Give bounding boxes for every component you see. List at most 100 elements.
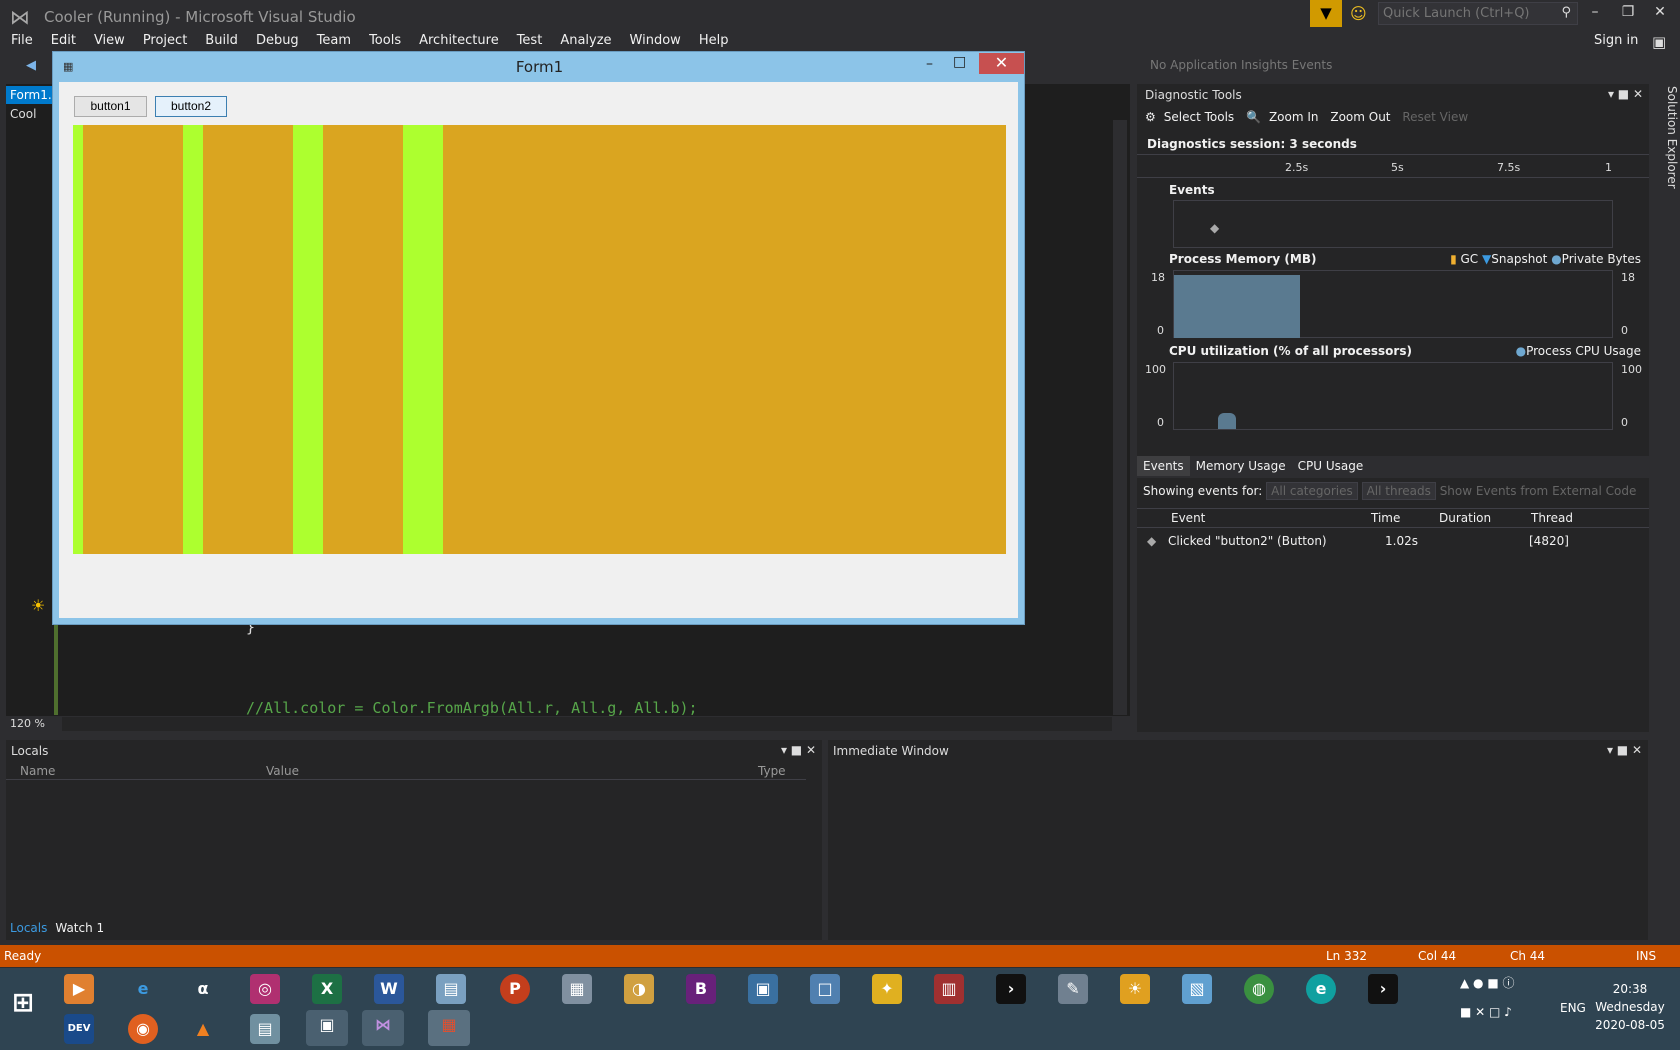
form1-close-icon[interactable]: ✕ (979, 53, 1024, 74)
quick-launch-input[interactable] (1379, 3, 1549, 24)
word-icon[interactable]: W (374, 974, 404, 1004)
menu-analyze[interactable]: Analyze (549, 31, 618, 48)
table-row[interactable]: ◆ Clicked "button2" (Button) 1.02s [4820… (1137, 532, 1649, 552)
vlc-icon[interactable]: ▲ (188, 1014, 218, 1044)
firefox-icon[interactable]: ◉ (128, 1014, 158, 1044)
image-viewer-icon[interactable]: ☀ (1120, 974, 1150, 1004)
events-track[interactable]: ◆ (1173, 200, 1613, 248)
command-prompt-icon[interactable]: › (996, 974, 1026, 1004)
feedback-smiley-icon[interactable]: ☺ (1350, 4, 1367, 23)
menu-debug[interactable]: Debug (245, 31, 306, 48)
remote-desktop-icon[interactable]: ▣ (748, 974, 778, 1004)
tab-locals[interactable]: Locals (6, 919, 51, 937)
python-icon[interactable]: ◑ (624, 974, 654, 1004)
menu-window[interactable]: Window (619, 31, 688, 48)
restore-icon[interactable]: ❐ (1613, 4, 1643, 20)
external-code-toggle[interactable]: Show Events from External Code (1440, 484, 1637, 498)
menu-team[interactable]: Team (306, 31, 358, 48)
tools-icon[interactable]: ✦ (872, 974, 902, 1004)
button2[interactable]: button2 (155, 96, 227, 117)
pane-controls[interactable]: ▾ ■ ✕ (781, 743, 816, 757)
categories-dropdown[interactable]: All categories (1266, 482, 1358, 500)
notifications-flag-icon[interactable]: ▼ (1310, 0, 1342, 27)
memory-graph[interactable] (1173, 270, 1613, 338)
col-thread[interactable]: Thread (1531, 511, 1573, 525)
visual-studio-taskbar-icon[interactable]: ⋈ (362, 1010, 404, 1046)
zoom-in-button[interactable]: Zoom In (1269, 110, 1319, 124)
pane-controls[interactable]: ▾ ■ ✕ (1607, 743, 1642, 757)
file-explorer-icon[interactable]: ▣ (306, 1010, 348, 1046)
tab-form1-cs[interactable]: Form1.c (6, 86, 58, 104)
input-language[interactable]: ENG (1560, 1001, 1586, 1015)
threads-dropdown[interactable]: All threads (1361, 482, 1436, 500)
project-nav-dropdown[interactable]: Cool (10, 107, 36, 121)
select-tools-button[interactable]: Select Tools (1164, 110, 1234, 124)
media-player-icon[interactable]: ▶ (64, 974, 94, 1004)
quick-launch-box[interactable]: ⚲ (1378, 2, 1578, 25)
col-time[interactable]: Time (1371, 511, 1400, 525)
form1-maximize-icon[interactable]: □ (953, 54, 966, 70)
tab-cpu-usage[interactable]: CPU Usage (1292, 456, 1370, 476)
tab-watch1[interactable]: Watch 1 (51, 919, 108, 937)
button1[interactable]: button1 (74, 96, 147, 117)
zoom-level-dropdown[interactable]: 120 % (10, 717, 68, 733)
col-type[interactable]: Type (758, 764, 786, 778)
eset-icon[interactable]: e (1306, 974, 1336, 1004)
system-tray[interactable]: ▲ ● ■ ⓘ ■ ✕ □ ♪ (1460, 974, 1514, 1019)
menu-build[interactable]: Build (194, 31, 245, 48)
editor-horizontal-scrollbar[interactable] (62, 717, 1112, 731)
menu-test[interactable]: Test (506, 31, 550, 48)
menu-file[interactable]: File (0, 31, 40, 48)
menu-tools[interactable]: Tools (358, 31, 408, 48)
immediate-window-pane[interactable]: Immediate Window ▾ ■ ✕ (828, 740, 1648, 940)
minimize-icon[interactable]: – (1580, 4, 1610, 20)
menu-project[interactable]: Project (132, 31, 194, 48)
clock[interactable]: 20:38 Wednesday 2020-08-05 (1585, 980, 1675, 1034)
console-icon[interactable]: › (1368, 974, 1398, 1004)
lightbulb-icon[interactable]: ☀ (31, 596, 45, 615)
media-disc-icon[interactable]: ◎ (250, 974, 280, 1004)
menu-view[interactable]: View (83, 31, 132, 48)
solution-explorer-tab[interactable]: Solution Explorer (1653, 84, 1679, 194)
menu-edit[interactable]: Edit (40, 31, 83, 48)
calculator-icon[interactable]: ▦ (562, 974, 592, 1004)
notepad-icon[interactable]: ▧ (1182, 974, 1212, 1004)
application-insights-status[interactable]: No Application Insights Events (1150, 58, 1332, 72)
dev-cpp-icon[interactable]: DEV (64, 1014, 94, 1044)
windows-start-icon[interactable]: ⊞ (8, 988, 38, 1018)
col-duration[interactable]: Duration (1439, 511, 1491, 525)
timeline-ruler[interactable]: 2.5s 5s 7.5s 1 (1137, 154, 1649, 178)
globe-icon[interactable]: ◍ (1244, 974, 1274, 1004)
pane-controls[interactable]: ▾ ■ ✕ (1608, 87, 1643, 101)
close-icon[interactable]: ✕ (1645, 4, 1675, 20)
tab-memory-usage[interactable]: Memory Usage (1190, 456, 1292, 476)
menu-architecture[interactable]: Architecture (408, 31, 506, 48)
col-event[interactable]: Event (1171, 511, 1205, 525)
picture-app-icon[interactable]: ▤ (436, 974, 466, 1004)
form1-minimize-icon[interactable]: – (926, 56, 933, 72)
events-section-header[interactable]: Events (1137, 181, 1649, 199)
search-icon[interactable]: ⚲ (1561, 5, 1571, 20)
form1-taskbar-icon[interactable]: ▦ (428, 1010, 470, 1046)
excel-icon[interactable]: X (312, 974, 342, 1004)
photos-icon[interactable]: ▤ (250, 1014, 280, 1044)
memory-section-header[interactable]: Process Memory (MB) ▮ GC ▼Snapshot ●Priv… (1137, 250, 1649, 268)
powerpoint-icon[interactable]: P (500, 974, 530, 1004)
navigate-back-icon[interactable]: ◀ (26, 58, 36, 73)
network-icon[interactable]: □ (810, 974, 840, 1004)
col-name[interactable]: Name (20, 764, 55, 778)
tab-events[interactable]: Events (1137, 456, 1190, 476)
internet-explorer-icon[interactable]: e (128, 974, 158, 1004)
sign-in-link[interactable]: Sign in (1594, 33, 1638, 48)
zoom-out-button[interactable]: Zoom Out (1330, 110, 1390, 124)
cpu-graph[interactable] (1173, 362, 1613, 430)
alpha-app-icon[interactable]: α (188, 974, 218, 1004)
visual-studio-blend-icon[interactable]: B (686, 974, 716, 1004)
cpu-section-header[interactable]: CPU utilization (% of all processors) ●P… (1137, 342, 1649, 360)
reset-view-button[interactable]: Reset View (1402, 110, 1468, 124)
menu-help[interactable]: Help (688, 31, 736, 48)
editor-vertical-scrollbar[interactable] (1113, 120, 1127, 715)
event-diamond-icon[interactable]: ◆ (1210, 221, 1219, 235)
account-icon[interactable]: ▣ (1652, 33, 1666, 51)
col-value[interactable]: Value (266, 764, 299, 778)
